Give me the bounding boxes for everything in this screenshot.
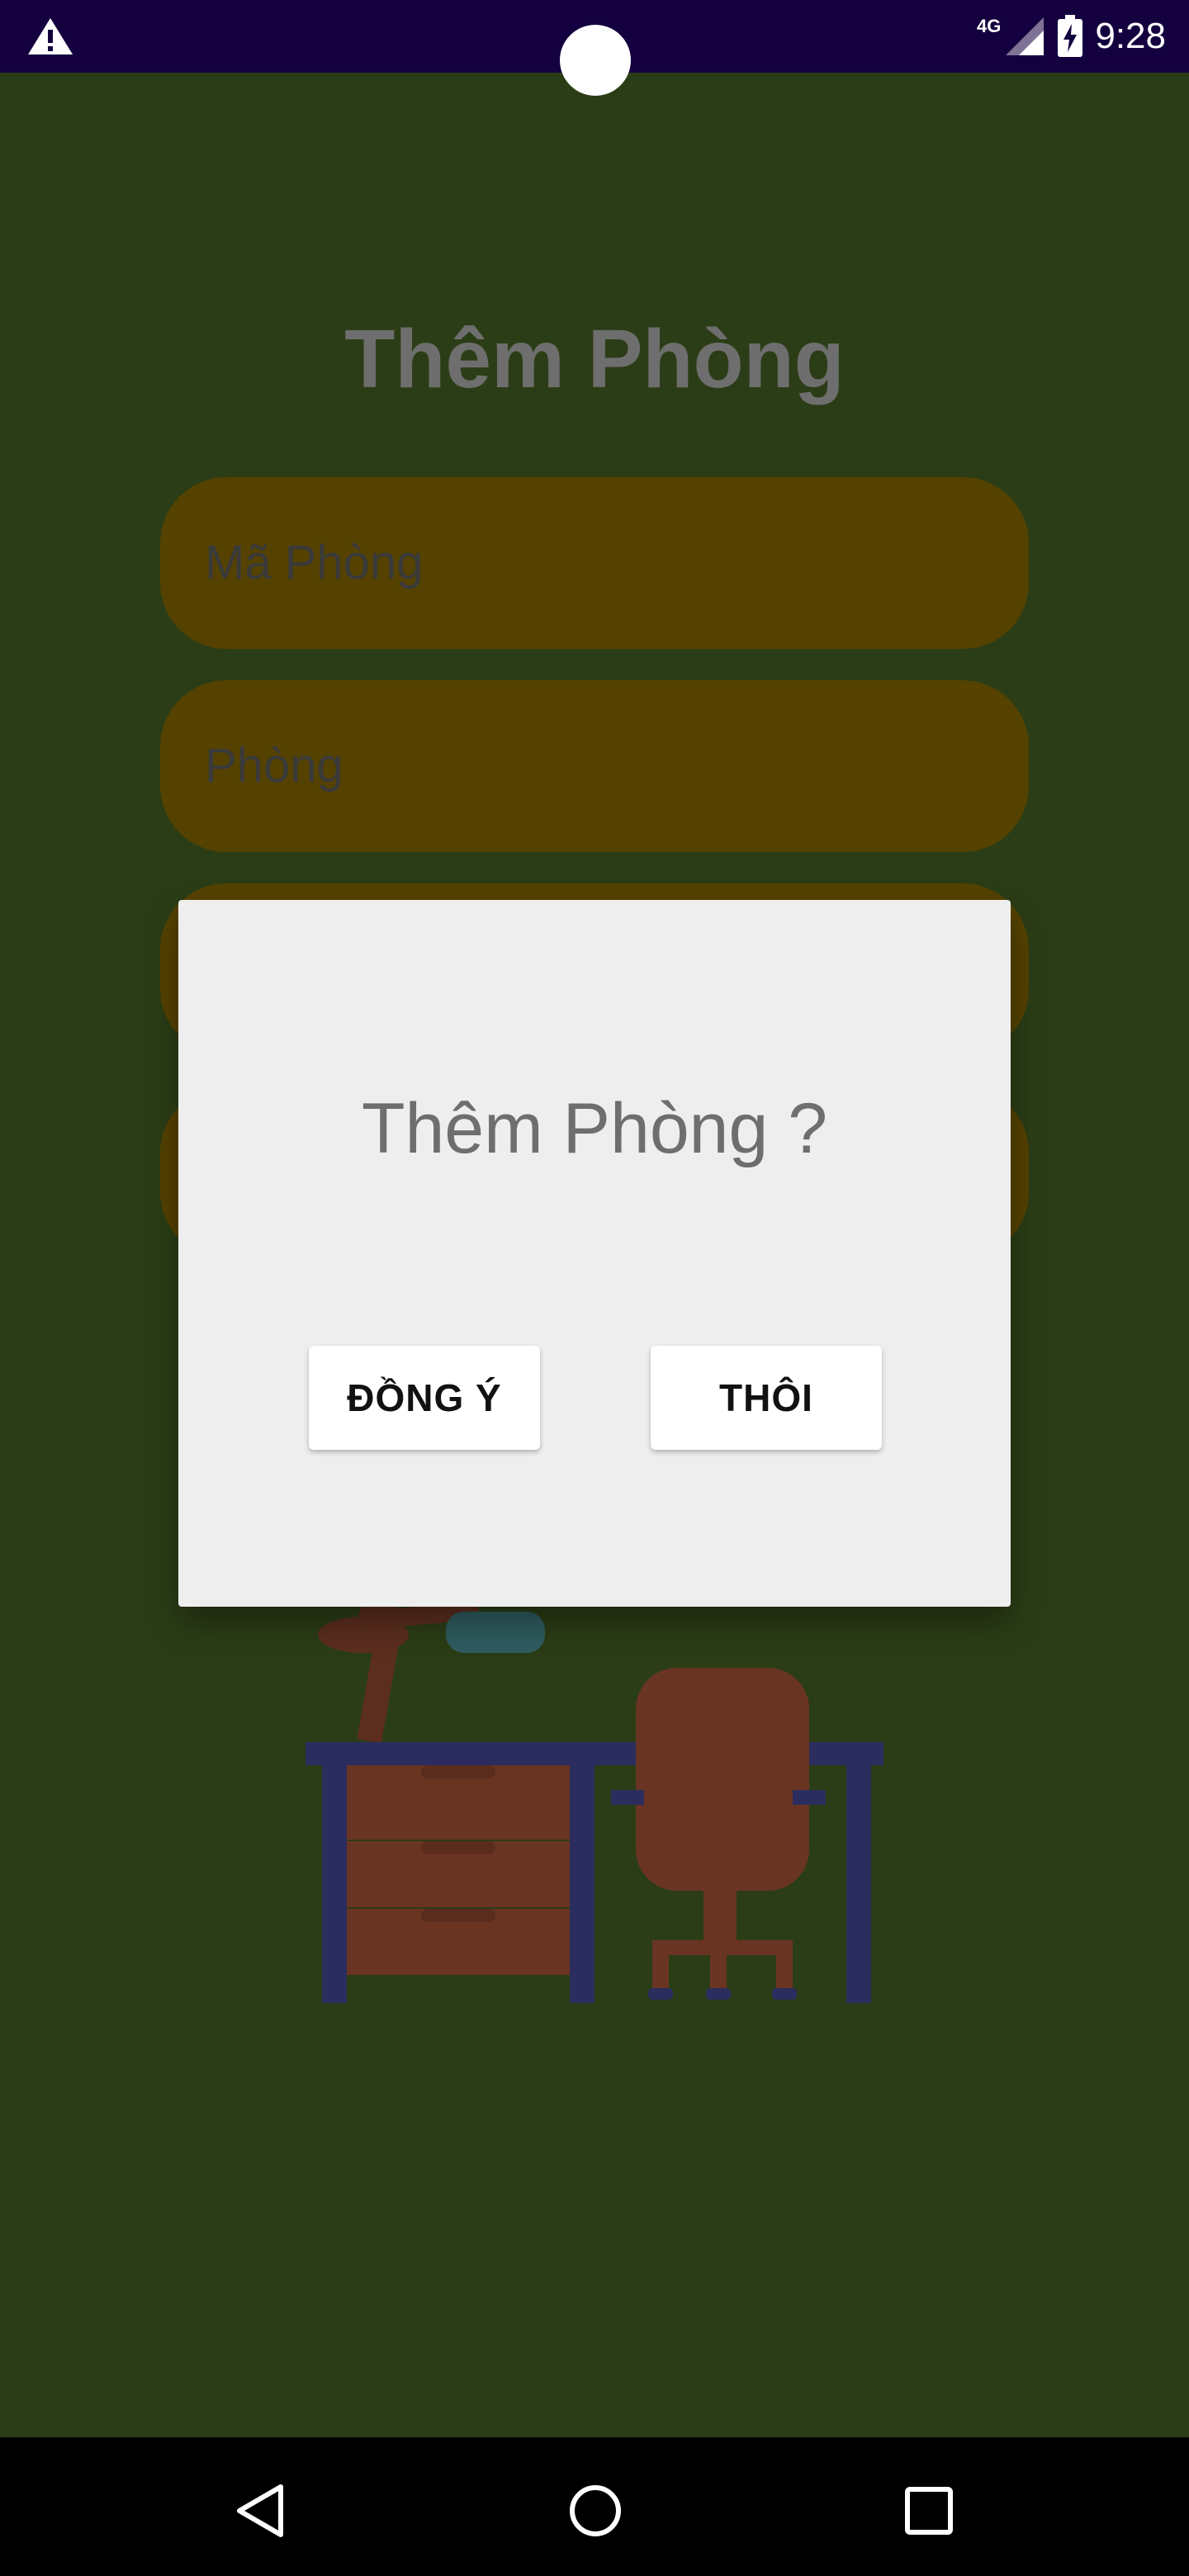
network-type-label: 4G <box>977 16 1002 36</box>
page-title: Thêm Phòng <box>344 313 845 405</box>
status-icons: 4G 9:28 <box>977 12 1166 61</box>
room-name-placeholder: Phòng <box>205 739 343 793</box>
confirm-button[interactable]: ĐỒNG Ý <box>309 1346 540 1450</box>
dialog-title: Thêm Phòng ? <box>361 1089 828 1168</box>
confirm-dialog: Thêm Phòng ? ĐỒNG Ý THÔI <box>178 900 1011 1607</box>
navigation-bar <box>0 2437 1189 2576</box>
battery-charging-icon <box>1058 15 1083 57</box>
desk-chair-illustration <box>306 1597 883 2003</box>
recents-icon[interactable] <box>900 2482 958 2540</box>
room-code-placeholder: Mã Phòng <box>205 536 424 590</box>
cancel-button[interactable]: THÔI <box>651 1346 882 1450</box>
back-icon[interactable] <box>233 2482 291 2540</box>
room-name-field[interactable]: Phòng <box>160 680 1029 852</box>
signal-icon <box>1006 17 1045 55</box>
home-icon[interactable] <box>566 2482 624 2540</box>
room-code-field[interactable]: Mã Phòng <box>160 477 1029 649</box>
clock: 9:28 <box>1095 16 1166 56</box>
camera-cutout <box>560 25 631 96</box>
warning-icon <box>28 18 73 54</box>
